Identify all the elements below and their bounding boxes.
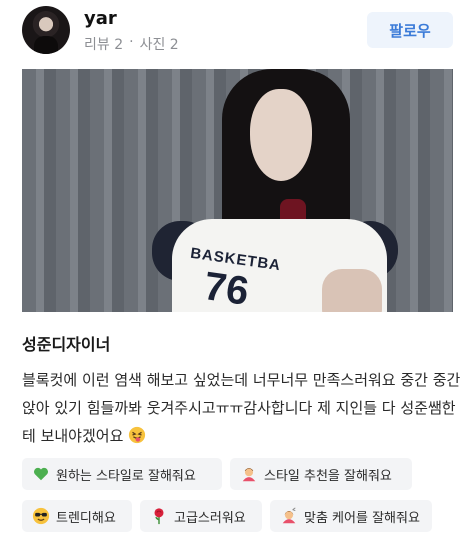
review-body: 블록컷에 이런 염색 해보고 싶었는데 너무너무 만족스러워요 중간 중간 앉아… [22,366,462,450]
tag-label: 트렌디해요 [56,510,116,526]
review-body-text: 블록컷에 이런 염색 해보고 싶었는데 너무너무 만족스러워요 중간 중간 앉아… [22,371,461,445]
tongue-wink-emoji-icon [129,426,146,444]
photo-count: 사진 2 [139,37,179,53]
tag-label: 원하는 스타일로 잘해줘요 [56,468,196,484]
person-tipping-hand-icon [242,468,256,482]
sunglasses-face-icon [32,507,50,525]
person-getting-haircut-icon [282,507,296,524]
review-photo[interactable]: BASKETBA 76 [22,69,453,312]
follow-button[interactable]: 팔로우 [367,12,453,48]
photo-shirt-number: 76 [201,264,252,312]
meta-separator: · [129,34,134,50]
review-tags: 원하는 스타일로 잘해줘요 스타일 추천을 잘해줘요 트렌디해요 고급스러워요 [22,458,462,532]
user-stats: 리뷰 2 · 사진 2 [84,34,179,54]
green-heart-icon [33,467,49,481]
tag-custom-care[interactable]: 맞춤 케어를 잘해줘요 [270,500,432,532]
tag-luxurious[interactable]: 고급스러워요 [140,500,262,532]
tag-style-recommendation[interactable]: 스타일 추천을 잘해줘요 [230,458,412,490]
review-count: 리뷰 2 [84,37,124,53]
review-header: yar 리뷰 2 · 사진 2 팔로우 [22,6,453,54]
tag-label: 스타일 추천을 잘해줘요 [264,468,392,484]
designer-name[interactable]: 성준디자이너 [22,331,110,355]
avatar[interactable] [22,6,70,54]
tag-trendy[interactable]: 트렌디해요 [22,500,132,532]
tag-label: 고급스러워요 [174,510,246,526]
rose-icon [154,508,164,525]
tag-desired-style[interactable]: 원하는 스타일로 잘해줘요 [22,458,222,490]
username[interactable]: yar [84,8,117,29]
tag-label: 맞춤 케어를 잘해줘요 [304,510,420,526]
photo-arm [322,269,382,312]
photo-face [250,89,312,181]
